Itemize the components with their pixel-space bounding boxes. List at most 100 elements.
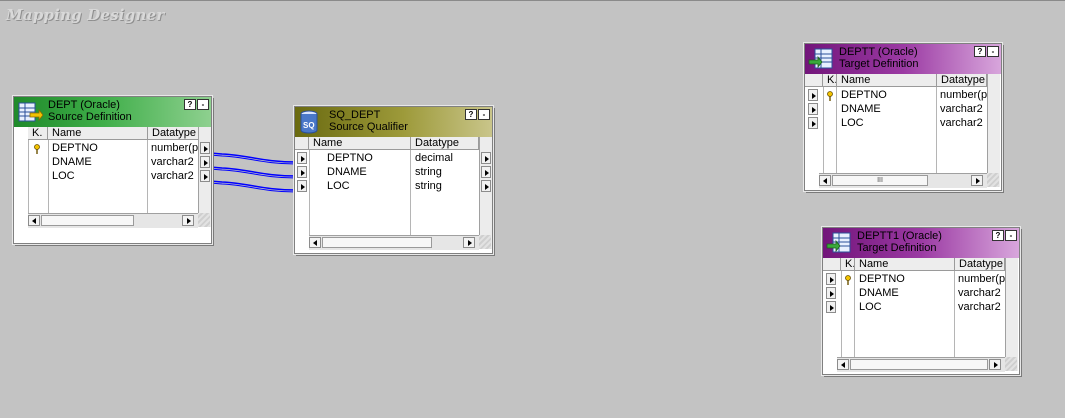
scroll-left-icon[interactable] [28, 215, 40, 226]
output-port-handle[interactable] [481, 152, 491, 164]
input-port-handle[interactable] [297, 166, 307, 178]
port-datatype[interactable]: number(p [151, 141, 199, 155]
scroll-right-icon[interactable] [989, 359, 1001, 370]
port-datatype[interactable]: varchar2 [151, 155, 199, 169]
target-definition-deptt[interactable]: DEPTT (Oracle) Target Definition ? - K. … [803, 42, 1003, 192]
output-port-handle[interactable] [481, 180, 491, 192]
workspace-title: Mapping Designer [6, 6, 165, 24]
scroll-thumb[interactable] [322, 237, 432, 248]
source-qualifier-icon: SQ [300, 110, 318, 134]
port-datatype[interactable]: number(p [958, 272, 1005, 286]
link-dname-2 [209, 168, 297, 179]
minimize-button[interactable]: - [197, 99, 209, 110]
output-port-handle[interactable] [200, 156, 210, 168]
column-header-key[interactable]: K. [841, 258, 855, 271]
port-datatype[interactable]: string [415, 179, 442, 193]
port-name[interactable]: DNAME [841, 102, 881, 116]
input-port-handle[interactable] [808, 117, 818, 129]
port-name[interactable]: LOC [52, 169, 75, 183]
target-definition-deptt1[interactable]: DEPTT1 (Oracle) Target Definition ? - K.… [821, 226, 1021, 376]
port-name[interactable]: DEPTNO [327, 151, 373, 165]
source-definition-dept[interactable]: DEPT (Oracle) Source Definition ? - K. N… [12, 95, 213, 245]
input-port-handle[interactable] [826, 301, 836, 313]
column-header-name[interactable]: Name [837, 74, 937, 87]
column-header-datatype[interactable]: Datatype [937, 74, 987, 87]
top-border [0, 0, 1065, 1]
port-name[interactable]: DNAME [859, 286, 899, 300]
qualifier-horizontal-scroll[interactable] [309, 235, 479, 250]
target2-vertical-scroll[interactable] [1005, 258, 1018, 371]
output-port-handle[interactable] [200, 170, 210, 182]
target2-title: DEPTT1 (Oracle) [857, 230, 942, 242]
scroll-thumb[interactable] [850, 359, 988, 370]
scroll-thumb[interactable]: III [832, 175, 928, 186]
minimize-button[interactable]: - [478, 109, 490, 120]
column-header-key[interactable]: K. [823, 74, 837, 87]
minimize-button[interactable]: - [987, 46, 999, 57]
help-button[interactable]: ? [992, 230, 1004, 241]
source-horizontal-scroll[interactable] [28, 213, 198, 228]
scroll-right-icon[interactable] [182, 215, 194, 226]
input-port-handle[interactable] [297, 152, 307, 164]
input-port-handle[interactable] [826, 273, 836, 285]
port-datatype[interactable]: string [415, 165, 442, 179]
port-name[interactable]: DEPTNO [52, 141, 98, 155]
port-datatype[interactable]: varchar2 [151, 169, 199, 183]
input-port-handle[interactable] [297, 180, 307, 192]
qualifier-header[interactable]: SQ SQ_DEPT Source Qualifier ? - [295, 107, 492, 137]
port-datatype[interactable]: varchar2 [940, 102, 987, 116]
target1-vertical-scroll[interactable] [987, 74, 1000, 187]
port-name[interactable]: DNAME [52, 155, 92, 169]
port-datatype[interactable]: varchar2 [958, 300, 1005, 314]
minimize-button[interactable]: - [1005, 230, 1017, 241]
port-name[interactable]: LOC [841, 116, 864, 130]
port-name[interactable]: DNAME [327, 165, 367, 179]
scroll-left-icon[interactable] [819, 175, 831, 186]
link-deptno-2 [209, 154, 297, 165]
port-datatype[interactable]: decimal [415, 151, 453, 165]
help-button[interactable]: ? [184, 99, 196, 110]
column-header-name[interactable]: Name [309, 137, 411, 150]
source-header[interactable]: DEPT (Oracle) Source Definition ? - [14, 97, 211, 127]
input-port-handle[interactable] [808, 103, 818, 115]
help-button[interactable]: ? [465, 109, 477, 120]
column-header-datatype[interactable]: Datatype [148, 127, 200, 140]
port-name[interactable]: LOC [327, 179, 350, 193]
scroll-left-icon[interactable] [309, 237, 321, 248]
source-port-grid: K. Name Datatype DEPTNO number(p DNAME v… [14, 127, 211, 228]
target2-header[interactable]: DEPTT1 (Oracle) Target Definition ? - [823, 228, 1019, 258]
link-dname [209, 166, 297, 177]
target1-header[interactable]: DEPTT (Oracle) Target Definition ? - [805, 44, 1001, 74]
port-name[interactable]: LOC [859, 300, 882, 314]
column-header-name[interactable]: Name [855, 258, 955, 271]
column-header-key[interactable]: K. [28, 127, 48, 140]
scroll-right-icon[interactable] [463, 237, 475, 248]
port-name[interactable]: DEPTNO [841, 88, 887, 102]
qualifier-port-grid: Name Datatype DEPTNO decimal DNAME strin… [295, 137, 492, 250]
target2-subtitle: Target Definition [857, 242, 937, 254]
help-button[interactable]: ? [974, 46, 986, 57]
target1-horizontal-scroll[interactable]: III [819, 173, 987, 188]
input-port-handle[interactable] [826, 287, 836, 299]
scroll-thumb[interactable] [41, 215, 134, 226]
output-port-handle[interactable] [481, 166, 491, 178]
target-table-icon [808, 48, 833, 69]
column-header-datatype[interactable]: Datatype [955, 258, 1005, 271]
port-datatype[interactable]: number(p [940, 88, 987, 102]
input-port-handle[interactable] [808, 89, 818, 101]
scroll-left-icon[interactable] [837, 359, 849, 370]
port-datatype[interactable]: varchar2 [958, 286, 1005, 300]
primary-key-icon [827, 91, 833, 101]
column-header-datatype[interactable]: Datatype [411, 137, 479, 150]
target2-horizontal-scroll[interactable] [837, 357, 1005, 372]
column-header-name[interactable]: Name [48, 127, 148, 140]
link-deptno [209, 152, 297, 163]
source-qualifier-sq-dept[interactable]: SQ SQ_DEPT Source Qualifier ? - Name Dat… [293, 105, 494, 255]
port-name[interactable]: DEPTNO [859, 272, 905, 286]
sq-icon-text: SQ [303, 121, 315, 130]
scroll-right-icon[interactable] [971, 175, 983, 186]
port-datatype[interactable]: varchar2 [940, 116, 987, 130]
qualifier-title: SQ_DEPT [329, 109, 381, 121]
target1-title: DEPTT (Oracle) [839, 46, 918, 58]
output-port-handle[interactable] [200, 142, 210, 154]
